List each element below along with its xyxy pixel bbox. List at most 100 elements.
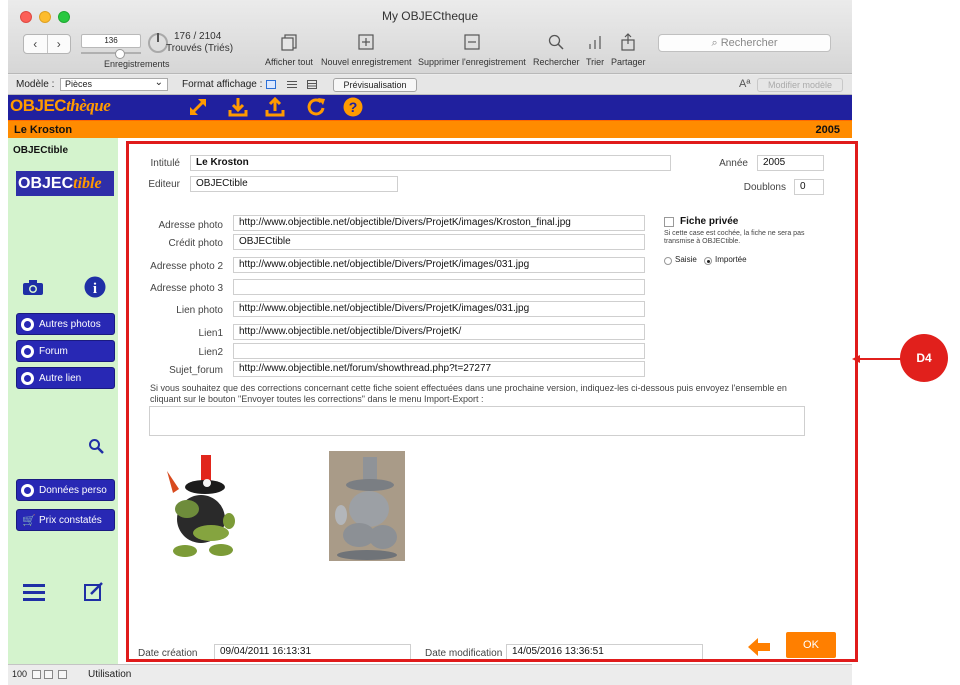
saisie-label: Saisie — [675, 255, 697, 264]
camera-icon[interactable] — [22, 280, 44, 296]
download-icon[interactable] — [228, 97, 248, 117]
record-number-field[interactable]: 136 — [81, 34, 141, 48]
corrections-textarea[interactable] — [149, 406, 805, 436]
table-view-icon[interactable] — [307, 80, 317, 89]
new-record-button[interactable]: Nouvel enregistrement — [321, 33, 412, 67]
lien2-field[interactable] — [233, 343, 645, 359]
fiche-privee-note: Si cette case est cochée, la fiche ne se… — [664, 230, 805, 245]
menu-icon[interactable] — [23, 584, 45, 602]
sidebar-title: OBJECtible — [13, 145, 69, 156]
layout-bar: Modèle : Pièces Format affichage : Prévi… — [8, 75, 852, 95]
window-title: My OBJECtheque — [381, 9, 479, 23]
figurine-photo-1[interactable] — [163, 453, 247, 559]
preview-button[interactable]: Prévisualisation — [333, 78, 417, 92]
delete-record-icon — [463, 33, 481, 51]
autres-photos-button[interactable]: Autres photos — [16, 313, 115, 335]
zoom-in-icon[interactable] — [44, 670, 53, 679]
search-icon: ⌕ — [711, 37, 718, 49]
svg-text:i: i — [93, 281, 97, 297]
search-icon[interactable] — [88, 438, 104, 454]
annotation-badge: D4 — [900, 334, 948, 382]
corrections-instructions: Si vous souhaitez que des corrections co… — [150, 383, 787, 404]
new-record-icon — [357, 33, 375, 51]
share-icon — [619, 33, 637, 51]
lien1-field[interactable]: http://www.objectible.net/objectible/Div… — [233, 324, 645, 340]
found-sorted-label: Trouvés (Triés) — [166, 43, 234, 54]
record-title: Le Kroston — [14, 124, 73, 136]
credit-photo-label: Crédit photo — [168, 238, 223, 249]
delete-record-label: Supprimer l'enregistrement — [418, 57, 526, 67]
importee-label: Importée — [715, 255, 747, 264]
zoom-level[interactable]: 100 — [12, 669, 27, 679]
user-icon — [21, 484, 34, 497]
credit-photo-field[interactable]: OBJECtible — [233, 234, 645, 250]
previous-record-button[interactable]: ‹ — [24, 35, 48, 53]
zoom-out-icon[interactable] — [32, 670, 41, 679]
saisie-radio[interactable] — [664, 257, 672, 265]
info-icon[interactable]: i — [84, 276, 106, 298]
fiche-privee-checkbox[interactable] — [664, 217, 674, 227]
date-creation-label: Date création — [138, 648, 198, 659]
record-year: 2005 — [815, 124, 840, 136]
record-count: 176 / 2104 — [174, 31, 222, 42]
search-button[interactable]: Rechercher — [533, 33, 580, 67]
record-header: Le Kroston 2005 — [8, 120, 852, 138]
adresse-photo-2-label: Adresse photo 2 — [150, 261, 223, 272]
sujet-forum-label: Sujet_forum — [169, 365, 223, 376]
sort-button[interactable]: Trier — [586, 33, 604, 67]
ok-button[interactable]: OK — [786, 632, 836, 658]
date-creation-field[interactable]: 09/04/2011 16:13:31 — [214, 644, 411, 660]
lien-photo-field[interactable]: http://www.objectible.net/objectible/Div… — [233, 301, 645, 317]
adresse-photo-2-field[interactable]: http://www.objectible.net/objectible/Div… — [233, 257, 645, 273]
refresh-icon[interactable] — [306, 97, 326, 117]
svg-text:?: ? — [349, 99, 358, 115]
donnees-perso-button[interactable]: Données perso — [16, 479, 115, 501]
edit-icon[interactable] — [84, 581, 104, 601]
expand-icon[interactable] — [188, 97, 208, 117]
globe-icon — [21, 372, 34, 385]
next-record-button[interactable]: › — [48, 35, 71, 53]
editeur-field[interactable]: OBJECtible — [190, 176, 398, 192]
toggle-toolbar-icon[interactable] — [58, 670, 67, 679]
mode-label: Utilisation — [88, 669, 132, 680]
adresse-photo-field[interactable]: http://www.objectible.net/objectible/Div… — [233, 215, 645, 231]
modify-model-button[interactable]: Modifier modèle — [757, 78, 843, 92]
status-bar: 100 Utilisation — [8, 664, 852, 685]
doublons-label: Doublons — [743, 182, 786, 193]
share-button[interactable]: Partager — [611, 33, 646, 67]
app-banner: OBJECthèque ? — [8, 95, 852, 120]
model-select[interactable]: Pièces — [60, 77, 168, 91]
intitule-field[interactable]: Le Kroston — [190, 155, 671, 171]
date-modification-field[interactable]: 14/05/2016 13:36:51 — [506, 644, 703, 660]
annee-field[interactable]: 2005 — [757, 155, 824, 171]
text-format-icon[interactable]: Aª — [739, 78, 750, 90]
sidebar: OBJECtible OBJECtible i Autres photos Fo… — [8, 138, 118, 664]
cart-icon: 🛒 — [22, 515, 36, 527]
back-arrow-icon[interactable] — [748, 638, 770, 656]
record-slider[interactable] — [81, 49, 141, 59]
show-all-button[interactable]: Afficher tout — [265, 33, 313, 67]
sort-label: Trier — [586, 57, 605, 67]
delete-record-button[interactable]: Supprimer l'enregistrement — [418, 33, 526, 67]
records-label: Enregistrements — [104, 59, 170, 69]
list-view-icon[interactable] — [287, 80, 297, 89]
adresse-photo-3-field[interactable] — [233, 279, 645, 295]
form-view-icon[interactable] — [266, 80, 276, 89]
search-input[interactable]: ⌕ Rechercher — [658, 34, 831, 52]
intitule-label: Intitulé — [150, 158, 180, 169]
doublons-field[interactable]: 0 — [794, 179, 824, 195]
toolbar: My OBJECtheque ‹ › 136 Enregistrements 1… — [8, 0, 852, 74]
show-all-icon — [280, 33, 298, 51]
forum-button[interactable]: Forum — [16, 340, 115, 362]
new-record-label: Nouvel enregistrement — [321, 57, 412, 67]
importee-radio[interactable] — [704, 257, 712, 265]
editeur-label: Editeur — [148, 179, 180, 190]
autre-lien-button[interactable]: Autre lien — [16, 367, 115, 389]
figurine-photo-2[interactable] — [329, 451, 405, 561]
upload-icon[interactable] — [265, 97, 285, 117]
sujet-forum-field[interactable]: http://www.objectible.net/forum/showthre… — [233, 361, 645, 377]
sort-icon — [586, 33, 604, 51]
help-icon[interactable]: ? — [343, 97, 363, 117]
prix-constates-button[interactable]: 🛒 Prix constatés — [16, 509, 115, 531]
globe-icon — [21, 345, 34, 358]
